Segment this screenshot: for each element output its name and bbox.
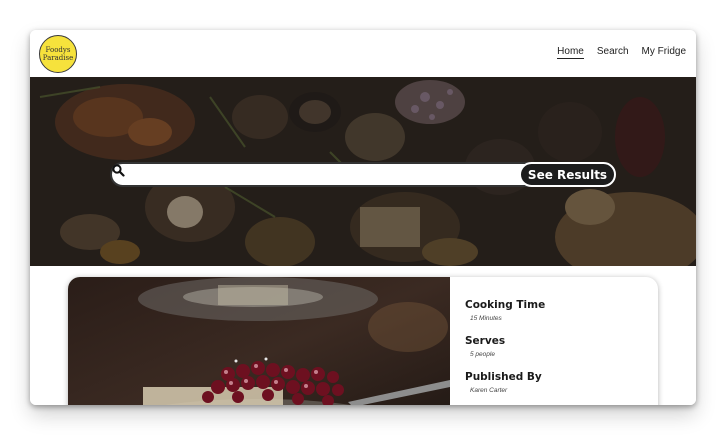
browser-window: Foodys Paradise Home Search My Fridge Se… <box>30 30 696 405</box>
published-by-label: Published By <box>465 371 542 383</box>
search-input[interactable] <box>142 167 512 183</box>
cooking-time-label: Cooking Time <box>465 299 546 311</box>
search-icon <box>112 164 125 177</box>
nav-home[interactable]: Home <box>557 46 584 59</box>
logo-line-1: Foodys <box>45 46 71 54</box>
nav-my-fridge[interactable]: My Fridge <box>642 46 686 59</box>
search-bar: See Results <box>110 162 616 187</box>
hero-banner: See Results <box>30 77 696 266</box>
recipe-card[interactable]: Cooking Time 15 Minutes Serves 5 people … <box>68 277 658 405</box>
nav-search[interactable]: Search <box>597 46 629 59</box>
see-results-button[interactable]: See Results <box>519 162 616 187</box>
recipe-photo <box>68 277 450 405</box>
recipe-details: Cooking Time 15 Minutes Serves 5 people … <box>465 299 645 405</box>
cooking-time-value: 15 Minutes <box>470 315 502 322</box>
recipe-section: Cooking Time 15 Minutes Serves 5 people … <box>30 266 696 405</box>
top-navigation-bar: Foodys Paradise Home Search My Fridge <box>30 30 696 77</box>
logo-line-2: Paradise <box>42 54 74 62</box>
main-nav: Home Search My Fridge <box>557 46 686 59</box>
serves-value: 5 people <box>470 351 495 358</box>
site-logo[interactable]: Foodys Paradise <box>39 35 77 73</box>
serves-label: Serves <box>465 335 506 347</box>
published-by-value: Karen Carter <box>470 387 508 394</box>
